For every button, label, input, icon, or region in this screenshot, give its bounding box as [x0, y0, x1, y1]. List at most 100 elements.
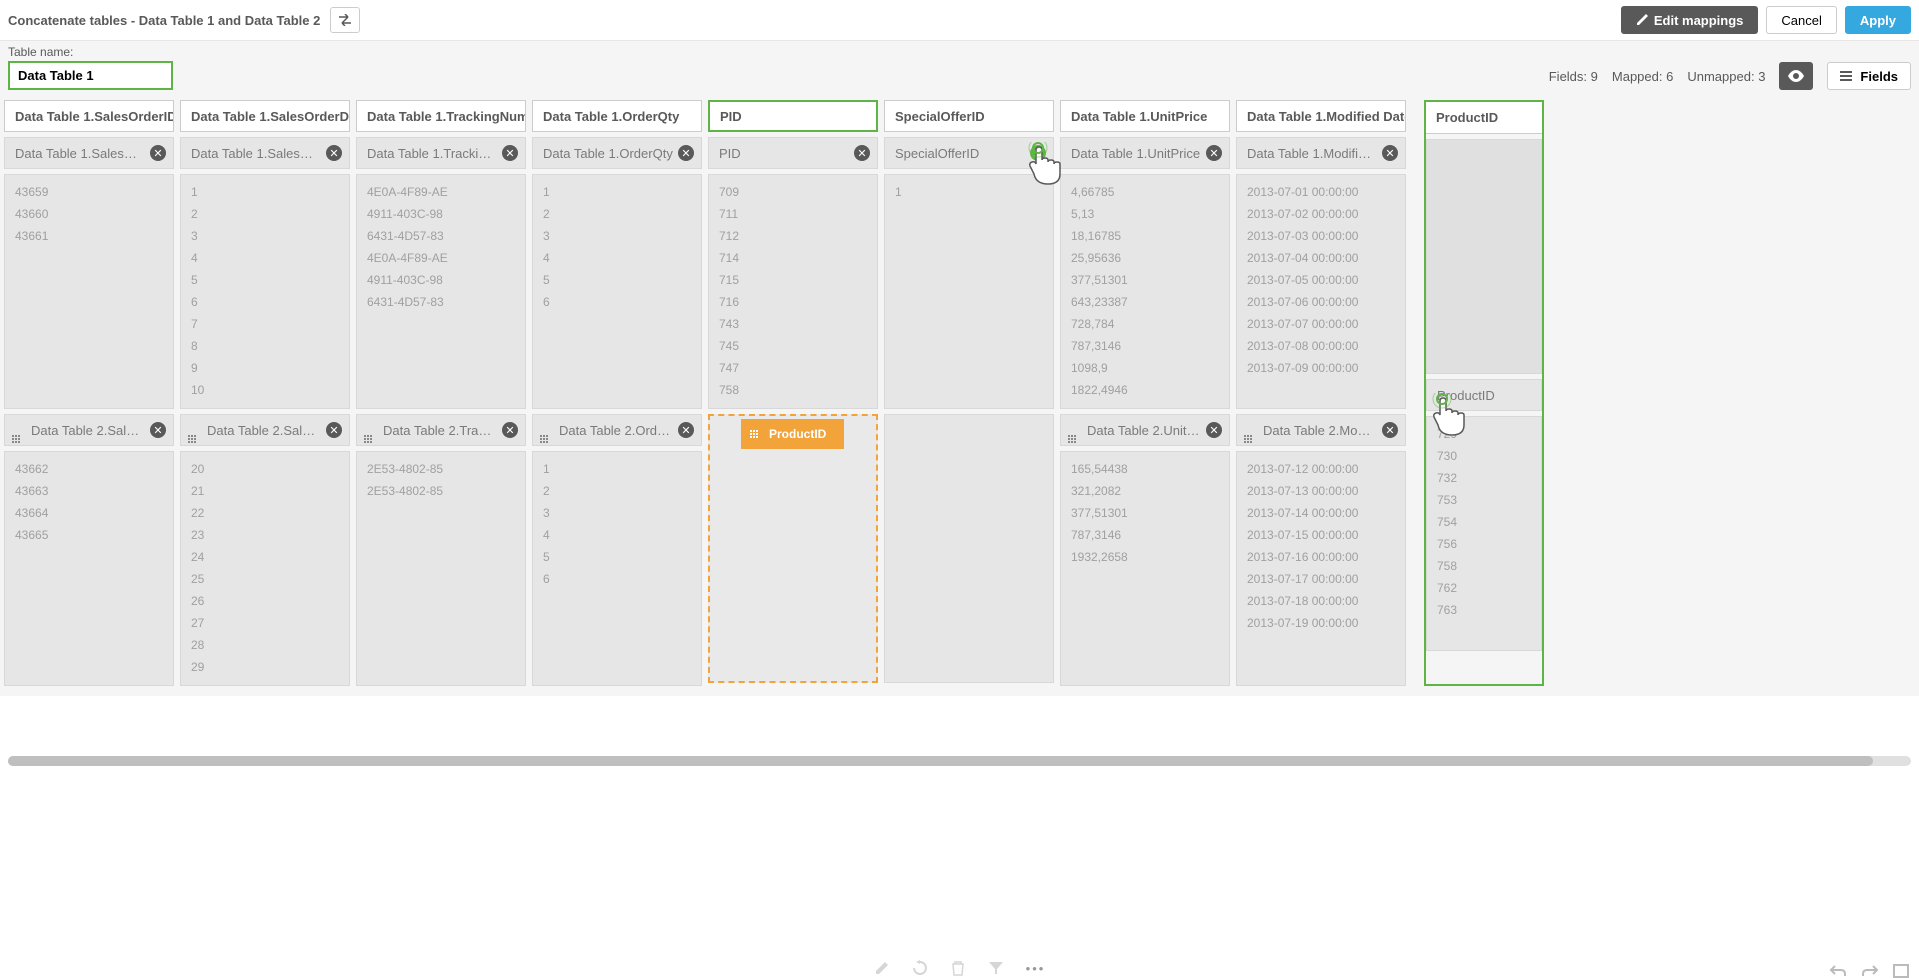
value-cell: 758: [719, 379, 867, 401]
value-cell: 26: [191, 590, 339, 612]
value-cell: 1: [191, 181, 339, 203]
column: Data Table 1.TrackingNumber Data Table 1.…: [356, 100, 526, 686]
mapping-cell[interactable]: Data Table 1.SalesOrderD...✕: [180, 137, 350, 169]
remove-mapping-icon[interactable]: ✕: [1382, 145, 1398, 161]
remove-mapping-icon[interactable]: ✕: [678, 145, 694, 161]
column-header[interactable]: Data Table 1.OrderQty: [532, 100, 702, 132]
value-cell: 2013-07-12 00:00:00: [1247, 458, 1395, 480]
remove-mapping-icon[interactable]: ✕: [150, 145, 166, 161]
pencil-icon: [1636, 14, 1648, 26]
delete-icon[interactable]: [950, 960, 966, 976]
eye-icon: [1787, 70, 1805, 82]
expand-icon[interactable]: [1893, 964, 1909, 978]
value-cell: 4: [543, 524, 691, 546]
values-list: 2E53-4802-852E53-4802-85: [356, 451, 526, 686]
filter-icon[interactable]: [988, 960, 1004, 976]
table-name-label: Table name:: [8, 45, 173, 59]
mapping-cell[interactable]: PID✕: [708, 137, 878, 169]
values-list: 2013-07-01 00:00:002013-07-02 00:00:0020…: [1236, 174, 1406, 409]
column-pid: PIDPID✕709711712714715716743745747758: [708, 100, 878, 686]
value-cell: 2013-07-06 00:00:00: [1247, 291, 1395, 313]
mapping-cell[interactable]: Data Table 1.UnitPrice✕: [1060, 137, 1230, 169]
column-header[interactable]: Data Table 1.TrackingNumber: [356, 100, 526, 132]
table-name-input[interactable]: [8, 61, 173, 90]
value-cell: 4911-403C-98: [367, 269, 515, 291]
mapping-cell[interactable]: Data Table 1.SalesOrderID✕: [4, 137, 174, 169]
values-list: [1426, 139, 1542, 374]
horizontal-scrollbar[interactable]: [8, 756, 1911, 766]
remove-mapping-icon[interactable]: ✕: [678, 422, 694, 438]
values-list: 729730732753754756758762763: [1426, 416, 1542, 651]
column-header[interactable]: ProductID: [1426, 102, 1542, 134]
column-header[interactable]: Data Table 1.Modified Date: [1236, 100, 1406, 132]
value-cell: 2: [543, 480, 691, 502]
column-header[interactable]: Data Table 1.SalesOrderID: [4, 100, 174, 132]
value-cell: 2013-07-09 00:00:00: [1247, 357, 1395, 379]
redo-icon[interactable]: [1861, 964, 1879, 978]
drag-chip-productid[interactable]: ProductID: [741, 419, 844, 449]
more-icon[interactable]: •••: [1026, 961, 1046, 976]
value-cell: 24: [191, 546, 339, 568]
drag-handle-icon[interactable]: [364, 425, 374, 435]
remove-mapping-icon[interactable]: ✕: [1206, 145, 1222, 161]
remove-mapping-icon[interactable]: ✕: [1382, 422, 1398, 438]
value-cell: 762: [1437, 577, 1531, 599]
value-cell: 729: [1437, 423, 1531, 445]
remove-mapping-icon[interactable]: ✕: [502, 145, 518, 161]
mapping-cell[interactable]: Data Table 2.OrderQty✕: [532, 414, 702, 446]
value-cell: 25,95636: [1071, 247, 1219, 269]
remove-mapping-icon[interactable]: ✕: [1030, 145, 1046, 161]
remove-mapping-icon[interactable]: ✕: [150, 422, 166, 438]
refresh-icon[interactable]: [912, 960, 928, 976]
drag-handle-icon[interactable]: [1068, 425, 1078, 435]
value-cell: 5: [191, 269, 339, 291]
mapping-cell[interactable]: Data Table 2.UnitPrice✕: [1060, 414, 1230, 446]
mapping-cell[interactable]: Data Table 1.OrderQty✕: [532, 137, 702, 169]
mapping-cell[interactable]: ProductID: [1426, 379, 1542, 411]
mapping-cell[interactable]: Data Table 2.SalesOrd...✕: [4, 414, 174, 446]
fields-button[interactable]: Fields: [1827, 62, 1911, 90]
mapping-label: ProductID: [1437, 388, 1495, 403]
column-header[interactable]: Data Table 1.UnitPrice: [1060, 100, 1230, 132]
undo-icon[interactable]: [1829, 964, 1847, 978]
value-cell: 1: [895, 181, 1043, 203]
edit-icon[interactable]: [874, 960, 890, 976]
value-cell: 27: [191, 612, 339, 634]
remove-mapping-icon[interactable]: ✕: [1206, 422, 1222, 438]
preview-toggle-button[interactable]: [1779, 62, 1813, 90]
remove-mapping-icon[interactable]: ✕: [326, 422, 342, 438]
apply-button[interactable]: Apply: [1845, 6, 1911, 34]
scrollbar-thumb[interactable]: [8, 756, 1873, 766]
remove-mapping-icon[interactable]: ✕: [502, 422, 518, 438]
mapping-cell[interactable]: SpecialOfferID✕: [884, 137, 1054, 169]
values-list: 1: [884, 174, 1054, 409]
drag-handle-icon[interactable]: [12, 425, 22, 435]
values-list: 123456: [532, 174, 702, 409]
value-cell: 4E0A-4F89-AE: [367, 181, 515, 203]
drag-handle-icon[interactable]: [540, 425, 550, 435]
drag-handle-icon[interactable]: [1244, 425, 1254, 435]
column-header[interactable]: Data Table 1.SalesOrderDeta...: [180, 100, 350, 132]
mapping-cell[interactable]: Data Table 2.SalesOrd...✕: [180, 414, 350, 446]
mapping-cell[interactable]: Data Table 1.Modified Date✕: [1236, 137, 1406, 169]
undo-redo: [1829, 964, 1909, 978]
drag-handle-icon[interactable]: [188, 425, 198, 435]
mapping-cell[interactable]: Data Table 1.TrackingNum...✕: [356, 137, 526, 169]
swap-tables-button[interactable]: [330, 7, 360, 33]
remove-mapping-icon[interactable]: ✕: [854, 145, 870, 161]
value-cell: 43664: [15, 502, 163, 524]
value-cell: 2013-07-03 00:00:00: [1247, 225, 1395, 247]
mapping-cell[interactable]: Data Table 2.Tracking...✕: [356, 414, 526, 446]
edit-mappings-button[interactable]: Edit mappings: [1621, 6, 1759, 34]
mapping-cell[interactable]: Data Table 2.Modified...✕: [1236, 414, 1406, 446]
mapping-stats: Fields: 9 Mapped: 6 Unmapped: 3 Fields: [1549, 62, 1911, 90]
cancel-button[interactable]: Cancel: [1766, 6, 1836, 34]
drop-target[interactable]: [708, 414, 878, 683]
swap-icon: [338, 14, 352, 26]
value-cell: 2013-07-07 00:00:00: [1247, 313, 1395, 335]
column-header[interactable]: SpecialOfferID: [884, 100, 1054, 132]
value-cell: 10: [191, 379, 339, 401]
column-header-input[interactable]: PID: [708, 100, 878, 132]
remove-mapping-icon[interactable]: ✕: [326, 145, 342, 161]
column-unmapped-productid: ProductID ProductID 7297307327537547567587…: [1424, 100, 1544, 686]
